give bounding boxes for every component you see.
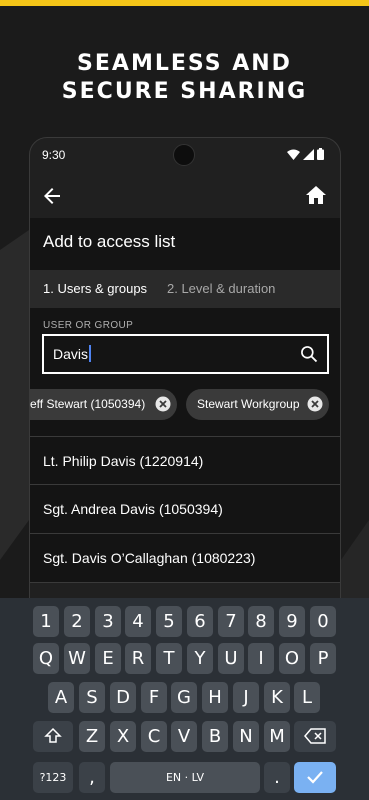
comma-key[interactable]: , [79, 762, 105, 793]
key[interactable]: 3 [95, 606, 121, 637]
headline-line-2: SECURE SHARING [61, 79, 308, 104]
key[interactable]: 7 [218, 606, 244, 637]
key[interactable]: G [171, 682, 197, 713]
step-users-groups[interactable]: 1. Users & groups [43, 281, 147, 296]
backspace-icon [304, 728, 326, 744]
status-time: 9:30 [42, 148, 66, 162]
status-icons [287, 148, 324, 160]
search-input-value: Davis [53, 345, 92, 363]
home-icon[interactable] [304, 183, 328, 207]
signal-icon [303, 148, 314, 160]
user-group-field-area: USER OR GROUP Davis Jeff Stewart (105039… [30, 308, 340, 436]
status-bar: 9:30 [30, 138, 340, 174]
space-key[interactable]: EN · LV [110, 762, 260, 793]
title-area: Add to access list [30, 218, 340, 270]
step-level-duration[interactable]: 2. Level & duration [167, 281, 275, 296]
list-item[interactable]: Lt. Philip Davis (1220914) [30, 436, 340, 485]
remove-chip-icon[interactable] [307, 396, 323, 412]
battery-icon [317, 148, 324, 160]
key[interactable]: 6 [187, 606, 213, 637]
search-icon[interactable] [299, 344, 319, 364]
period-key[interactable]: . [264, 762, 290, 793]
key[interactable]: T [156, 643, 182, 674]
shift-icon [44, 727, 62, 743]
key[interactable]: 0 [310, 606, 336, 637]
key[interactable]: R [125, 643, 151, 674]
arrow-left-icon[interactable] [40, 184, 64, 208]
key[interactable]: 8 [248, 606, 274, 637]
key[interactable]: M [264, 721, 290, 752]
selected-chip[interactable]: Stewart Workgroup [186, 389, 329, 420]
checkmark-icon [307, 771, 323, 784]
key[interactable]: S [79, 682, 105, 713]
key[interactable]: X [110, 721, 136, 752]
key[interactable]: N [233, 721, 259, 752]
key[interactable]: C [141, 721, 167, 752]
list-item[interactable]: Sgt. Davis O’Callaghan (1080223) [30, 534, 340, 583]
toolbar [30, 174, 340, 218]
headline-line-1: SEAMLESS AND [77, 51, 292, 76]
symbols-key[interactable]: ?123 [33, 762, 73, 793]
key[interactable]: 2 [64, 606, 90, 637]
key[interactable]: 5 [156, 606, 182, 637]
backspace-key[interactable] [294, 721, 336, 752]
key[interactable]: Q [33, 643, 59, 674]
page-title: Add to access list [43, 232, 176, 251]
key[interactable]: V [171, 721, 197, 752]
key[interactable]: B [202, 721, 228, 752]
key[interactable]: O [279, 643, 305, 674]
shift-key[interactable] [33, 721, 73, 752]
enter-key[interactable] [294, 762, 336, 793]
key[interactable]: Z [79, 721, 105, 752]
key[interactable]: D [110, 682, 136, 713]
wifi-icon [287, 149, 300, 160]
key[interactable]: P [310, 643, 336, 674]
key[interactable]: W [64, 643, 90, 674]
key[interactable]: E [95, 643, 121, 674]
key[interactable]: F [141, 682, 167, 713]
remove-chip-icon[interactable] [155, 396, 171, 412]
results-list: Lt. Philip Davis (1220914) Sgt. Andrea D… [30, 436, 340, 583]
key[interactable]: H [202, 682, 228, 713]
key[interactable]: 4 [125, 606, 151, 637]
key[interactable]: 9 [279, 606, 305, 637]
search-input[interactable]: Davis [42, 334, 329, 374]
key[interactable]: 1 [33, 606, 59, 637]
camera-cutout [173, 144, 195, 166]
selected-chip[interactable]: Jeff Stewart (1050394) [29, 389, 177, 420]
key[interactable]: I [248, 643, 274, 674]
key[interactable]: L [294, 682, 320, 713]
key[interactable]: Y [187, 643, 213, 674]
key[interactable]: K [264, 682, 290, 713]
chip-label: Jeff Stewart (1050394) [29, 397, 146, 411]
field-label: USER OR GROUP [43, 320, 134, 331]
on-screen-keyboard: 1 2 3 4 5 6 7 8 9 0 Q W E R T Y U I O P … [0, 598, 369, 800]
headline: SEAMLESS AND SECURE SHARING [0, 50, 369, 106]
key[interactable]: A [48, 682, 74, 713]
list-item[interactable]: Sgt. Andrea Davis (1050394) [30, 485, 340, 534]
chip-label: Stewart Workgroup [197, 397, 300, 411]
key[interactable]: J [233, 682, 259, 713]
text-caret [89, 345, 92, 363]
step-tabs: 1. Users & groups 2. Level & duration [30, 270, 340, 308]
key[interactable]: U [218, 643, 244, 674]
